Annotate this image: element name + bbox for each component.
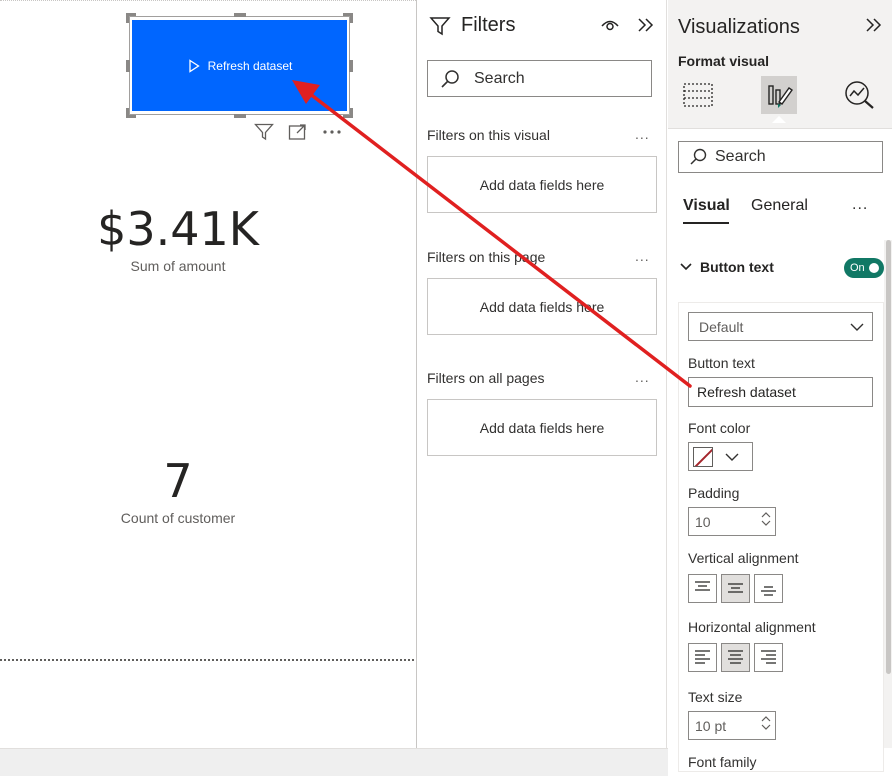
button-text-label: Button text <box>688 355 755 371</box>
resize-handle-right[interactable] <box>349 60 353 72</box>
analytics-magnifier-icon[interactable] <box>842 76 878 114</box>
tabs-more-button[interactable]: ... <box>852 196 868 214</box>
kpi-label: Sum of amount <box>130 258 226 274</box>
text-size-value: 10 pt <box>695 717 727 734</box>
format-visual-label: Format visual <box>678 53 770 69</box>
state-dropdown[interactable]: Default <box>688 312 873 341</box>
text-size-label: Text size <box>688 689 743 705</box>
vertical-alignment-group <box>688 574 783 603</box>
align-middle-icon <box>728 583 743 593</box>
chevron-up-icon[interactable] <box>761 511 771 518</box>
vertical-alignment-label: Vertical alignment <box>688 550 799 566</box>
section-more-page[interactable]: ... <box>635 248 650 264</box>
tab-visual[interactable]: Visual <box>683 197 730 215</box>
canvas-top-border <box>0 0 416 2</box>
button-text-section-header[interactable]: Button text <box>680 259 774 275</box>
align-left-icon <box>695 650 710 664</box>
stepper-arrows[interactable] <box>761 511 771 527</box>
visualizations-pane: Visualizations Format visual Search Visu… <box>668 0 892 772</box>
align-right-button[interactable] <box>754 643 783 672</box>
section-title-page: Filters on this page <box>427 249 546 265</box>
padding-value: 10 <box>695 513 711 530</box>
build-visual-icon[interactable] <box>680 76 716 114</box>
kpi-card-customers[interactable]: 7 Count of customer <box>60 458 296 526</box>
section-title-visual: Filters on this visual <box>427 127 550 143</box>
align-bottom-button[interactable] <box>754 574 783 603</box>
section-title-all-pages: Filters on all pages <box>427 370 545 386</box>
scrollbar-thumb[interactable] <box>886 240 891 674</box>
section-more-all-pages[interactable]: ... <box>635 369 650 385</box>
search-icon <box>690 148 707 165</box>
page-boundary-line <box>0 659 414 661</box>
stepper-arrows[interactable] <box>761 715 771 731</box>
format-search-input[interactable]: Search <box>678 141 883 173</box>
search-placeholder: Search <box>715 148 766 165</box>
font-family-label: Font family <box>688 754 757 770</box>
collapse-visualizations-icon[interactable] <box>865 17 883 38</box>
resize-handle-left[interactable] <box>126 60 130 72</box>
chevron-up-icon[interactable] <box>761 715 771 722</box>
report-canvas: Refresh dataset $3.41K Sum of amount 7 C… <box>0 0 416 748</box>
filters-search-input[interactable]: Search <box>427 60 652 97</box>
drop-zone-page[interactable]: Add data fields here <box>427 278 657 335</box>
horizontal-alignment-label: Horizontal alignment <box>688 619 816 635</box>
align-left-button[interactable] <box>688 643 717 672</box>
refresh-dataset-button[interactable]: Refresh dataset <box>132 20 347 111</box>
status-bar <box>0 748 668 776</box>
play-icon <box>188 58 200 73</box>
eye-icon[interactable] <box>600 17 620 38</box>
section-title: Button text <box>700 259 774 275</box>
chevron-down-icon <box>850 323 864 331</box>
tab-general[interactable]: General <box>751 197 808 215</box>
refresh-button-label: Refresh dataset <box>207 58 293 73</box>
kpi-card-amount[interactable]: $3.41K Sum of amount <box>60 206 296 274</box>
visualizations-title: Visualizations <box>678 16 800 38</box>
drop-zone-all-pages[interactable]: Add data fields here <box>427 399 657 456</box>
align-bottom-icon <box>761 586 776 596</box>
resize-handle-top[interactable] <box>234 13 246 17</box>
active-tab-caret <box>772 116 786 123</box>
focus-mode-icon[interactable] <box>288 122 308 142</box>
section-more-visual[interactable]: ... <box>635 126 650 142</box>
align-center-icon <box>728 650 743 664</box>
kpi-label: Count of customer <box>120 510 236 526</box>
resize-handle-bottom[interactable] <box>234 114 246 118</box>
text-size-stepper[interactable]: 10 pt <box>688 711 776 740</box>
toggle-knob <box>868 263 879 273</box>
chevron-down-icon <box>725 453 739 461</box>
horizontal-alignment-group <box>688 643 783 672</box>
filter-icon[interactable] <box>254 122 274 142</box>
format-brush-icon[interactable] <box>761 76 797 114</box>
toggle-label: On <box>850 262 865 274</box>
font-color-label: Font color <box>688 420 751 436</box>
filters-pane: Filters Search Filters on this visual ..… <box>416 0 667 748</box>
align-center-button[interactable] <box>721 643 750 672</box>
collapse-filters-icon[interactable] <box>637 17 655 38</box>
align-top-icon <box>695 581 710 591</box>
chevron-down-icon[interactable] <box>761 520 771 527</box>
align-middle-button[interactable] <box>721 574 750 603</box>
align-top-button[interactable] <box>688 574 717 603</box>
visual-header-toolbar <box>254 122 342 142</box>
padding-label: Padding <box>688 485 740 501</box>
padding-stepper[interactable]: 10 <box>688 507 776 536</box>
state-dropdown-value: Default <box>699 318 744 335</box>
tab-underline <box>683 222 729 224</box>
funnel-icon <box>429 16 451 35</box>
filters-title: Filters <box>461 14 516 36</box>
button-text-input[interactable]: Refresh dataset <box>688 377 873 407</box>
more-options-icon[interactable] <box>322 122 342 142</box>
kpi-value: 7 <box>163 454 193 508</box>
color-swatch <box>693 446 713 467</box>
filters-header: Filters <box>429 14 515 37</box>
align-right-icon <box>761 650 776 664</box>
kpi-value: $3.41K <box>97 202 259 256</box>
button-text-toggle[interactable]: On <box>844 258 884 278</box>
search-placeholder: Search <box>474 69 525 87</box>
search-icon <box>441 69 459 88</box>
chevron-down-icon <box>680 263 692 271</box>
font-color-picker[interactable] <box>688 442 753 471</box>
drop-zone-visual[interactable]: Add data fields here <box>427 156 657 213</box>
chevron-down-icon[interactable] <box>761 724 771 731</box>
